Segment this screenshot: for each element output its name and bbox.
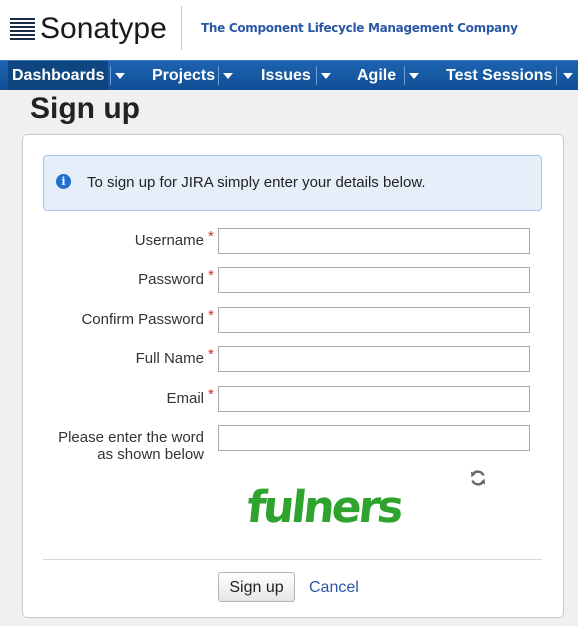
nav-agile-dropdown-icon[interactable]: [409, 73, 419, 79]
email-input[interactable]: [218, 386, 530, 412]
required-icon: *: [208, 228, 214, 245]
sonatype-logo-mark-icon: [10, 18, 35, 40]
required-icon: *: [208, 346, 214, 363]
info-message-text: To sign up for JIRA simply enter your de…: [87, 174, 426, 191]
cancel-link[interactable]: Cancel: [309, 579, 359, 597]
nav-separator: [404, 66, 405, 85]
info-icon: i: [56, 174, 71, 189]
nav-projects-label: Projects: [152, 66, 216, 84]
header-divider: [181, 6, 182, 50]
nav-test-sessions-dropdown-icon[interactable]: [563, 73, 573, 79]
brand-name: Sonatype: [40, 12, 167, 45]
confirm-password-input[interactable]: [218, 307, 530, 333]
refresh-icon[interactable]: [468, 468, 488, 488]
confirm-password-label: Confirm Password: [81, 311, 204, 328]
header: Sonatype The Component Lifecycle Managem…: [0, 0, 578, 60]
nav-projects[interactable]: Projects: [148, 61, 219, 90]
nav-projects-dropdown-icon[interactable]: [223, 73, 233, 79]
nav-issues-label: Issues: [261, 66, 311, 84]
required-icon: *: [208, 386, 214, 403]
sign-up-button[interactable]: Sign up: [218, 572, 295, 602]
tagline: The Component Lifecycle Management Compa…: [201, 21, 518, 35]
nav-agile-label: Agile: [357, 66, 397, 84]
nav-separator: [110, 66, 111, 85]
nav-test-sessions[interactable]: Test Sessions: [442, 61, 556, 90]
captcha-label-line2: as shown below: [97, 446, 204, 463]
password-input[interactable]: [218, 267, 530, 293]
nav-dashboards-dropdown-icon[interactable]: [115, 73, 125, 79]
nav-separator: [316, 66, 317, 85]
password-label: Password: [138, 271, 204, 288]
required-icon: *: [208, 267, 214, 284]
captcha-word: fulners: [244, 482, 405, 533]
captcha-input[interactable]: [218, 425, 530, 451]
nav-agile[interactable]: Agile: [353, 61, 400, 90]
captcha-image: fulners: [237, 470, 417, 538]
required-icon: *: [208, 307, 214, 324]
username-label: Username: [134, 232, 204, 249]
email-label: Email: [166, 390, 204, 407]
main-navbar: Dashboards Projects Issues Agile Test Se…: [0, 60, 578, 90]
form-divider: [43, 559, 542, 560]
sonatype-logo[interactable]: Sonatype: [10, 12, 167, 46]
captcha-label-line1: Please enter the word: [58, 429, 204, 446]
full-name-input[interactable]: [218, 346, 530, 372]
full-name-label: Full Name: [135, 350, 204, 367]
nav-issues-dropdown-icon[interactable]: [321, 73, 331, 79]
nav-separator: [218, 66, 219, 85]
nav-test-sessions-label: Test Sessions: [446, 66, 553, 84]
nav-dashboards-label: Dashboards: [12, 66, 105, 84]
username-input[interactable]: [218, 228, 530, 254]
nav-issues[interactable]: Issues: [257, 61, 315, 90]
nav-separator: [556, 66, 557, 85]
page-title: Sign up: [30, 92, 140, 125]
nav-dashboards[interactable]: Dashboards: [8, 61, 108, 90]
